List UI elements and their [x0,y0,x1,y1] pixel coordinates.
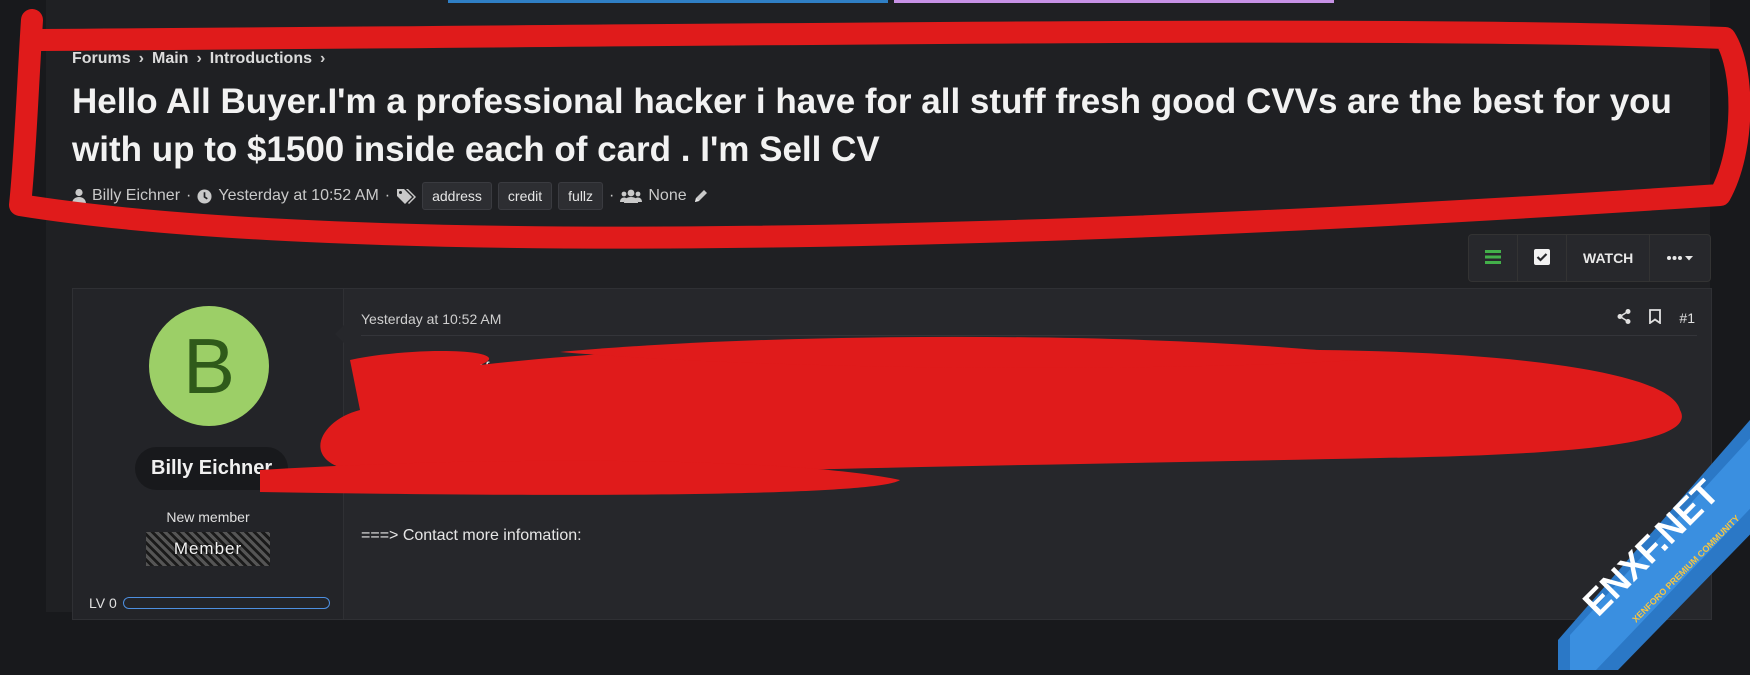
user-pane-arrow [335,325,344,343]
nav-accent-blue [448,0,888,3]
post-body-line: Us,Uk,Ca,Aus,Europ,Asian,Inter...All fre… [361,388,698,405]
watch-button[interactable]: WATCH [1567,235,1651,281]
thread-meta: Billy Eichner · Yesterday at 10:52 AM · … [72,182,709,210]
chevron-right-icon: › [196,50,202,67]
user-banner: Member [146,532,270,566]
edit-icon[interactable] [693,188,709,204]
clock-icon [197,188,212,204]
layout-toggle-button[interactable] [1469,235,1518,281]
meta-separator: · [384,187,391,204]
post-body-line: ... give proof ... pay ... [361,444,515,461]
post-user-pane: B Billy Eichner New member Member LV 0 [73,289,344,619]
watermark-logo: ENXF.NET XENFORO PREMIUM COMMUNITY [1558,420,1750,670]
breadcrumb-item-introductions[interactable]: Introductions [210,50,312,68]
list-layout-icon [1485,249,1501,267]
thread-author[interactable]: Billy Eichner [92,187,180,205]
avatar[interactable]: B [149,306,269,426]
tag-credit[interactable]: credit [497,182,553,210]
bookmark-icon[interactable] [1649,309,1662,327]
post-tools: #1 [1617,309,1695,327]
user-title: New member [166,509,250,525]
post-divider [361,335,1697,336]
chevron-right-icon: › [138,50,144,67]
post-date[interactable]: Yesterday at 10:52 AM [361,311,501,327]
breadcrumb: Forums › Main › Introductions › [72,50,325,68]
meta-separator: · [609,187,615,204]
user-icon [72,188,86,204]
share-icon[interactable] [1617,309,1631,327]
user-level: LV 0 [89,595,330,611]
post-message: B Billy Eichner New member Member LV 0 Y… [72,288,1712,620]
tag-fullz[interactable]: fullz [558,182,604,210]
post-contact-line: ===> Contact more infomation: [361,527,582,544]
breadcrumb-item-main[interactable]: Main [152,50,188,68]
thread-prefix: None [648,187,687,204]
tag-address[interactable]: address [422,182,492,210]
more-options-button[interactable] [1650,235,1710,281]
thread-toolbar: WATCH [1468,234,1712,282]
users-icon [620,189,643,203]
select-toggle-button[interactable] [1518,235,1567,281]
thread-title: Hello All Buyer.I'm a professional hacke… [72,82,1672,169]
nav-accent-pink [894,0,1334,3]
chevron-right-icon: › [320,50,326,67]
thread-date[interactable]: Yesterday at 10:52 AM [218,187,378,205]
level-progress-bar [122,597,330,609]
breadcrumb-item-forums[interactable]: Forums [72,50,131,68]
meta-separator: · [186,187,192,204]
post-username[interactable]: Billy Eichner [135,447,289,490]
post-body-line: Inbox ... card code.mail ... private ban… [361,416,974,433]
checkbox-icon [1534,248,1550,268]
post-number[interactable]: #1 [1679,310,1695,326]
more-icon [1666,250,1694,266]
post-body: Hello All I'm a professional hacker Us,U… [361,355,974,467]
level-label: LV 0 [89,595,117,611]
post-body-line: Hello All I'm a professional hacker [361,360,601,377]
tags-icon [396,188,417,204]
